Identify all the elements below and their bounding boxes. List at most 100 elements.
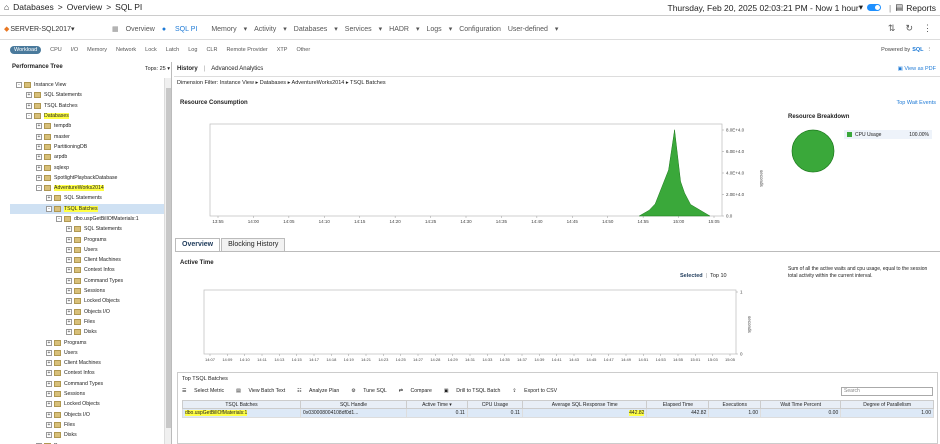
tree-node[interactable]: - AdventureWorks2014 [10, 183, 164, 193]
view-as-pdf[interactable]: ▣ View as PDF [898, 66, 936, 72]
expand-icon[interactable]: + [46, 391, 52, 398]
tab-clr[interactable]: CLR [206, 47, 217, 53]
reports-icon[interactable]: ▤ [895, 2, 903, 13]
tree-node[interactable]: + Programs [10, 337, 164, 347]
collapse-icon[interactable]: - [36, 185, 42, 192]
tree-node[interactable]: + SQL Statements [10, 224, 164, 234]
tab-cpu[interactable]: CPU [50, 47, 62, 53]
server-selector[interactable]: ◆ SERVER-SQL2017 ▾ [4, 25, 74, 34]
grid-icon[interactable]: ▦ [112, 25, 119, 33]
column-header[interactable]: CPU Usage [466, 400, 524, 409]
expand-icon[interactable]: + [66, 246, 72, 253]
tree-node[interactable]: + Programs [10, 234, 164, 244]
tree-node[interactable]: + Command Types [10, 379, 164, 389]
expand-icon[interactable]: + [46, 421, 52, 428]
tree-node[interactable]: + Command Types [10, 276, 164, 286]
menu-user-defined[interactable]: User-defined ▾ [508, 25, 559, 33]
column-header[interactable]: Executions [708, 400, 762, 409]
expand-icon[interactable]: + [46, 195, 52, 202]
menu-logs[interactable]: Logs ▾ [427, 25, 453, 33]
menu-sql-pi[interactable]: ● SQL PI [162, 26, 205, 33]
tree-node[interactable]: + Context Infos [10, 265, 164, 275]
column-header[interactable]: Elapsed Time [646, 400, 710, 409]
tree-node[interactable]: + Objects I/O [10, 410, 164, 420]
tab-blocking-history[interactable]: Blocking History [221, 238, 286, 251]
collapse-icon[interactable]: - [56, 216, 62, 222]
tree-node[interactable]: + master [10, 131, 164, 141]
export-to-csv-button[interactable]: ⇪ Export to CSV [512, 388, 563, 394]
tree-node[interactable]: + SQL Statements [10, 193, 164, 203]
expand-icon[interactable]: + [66, 257, 72, 264]
compare-button[interactable]: ⇄ Compare [399, 388, 438, 394]
live-toggle[interactable] [866, 4, 881, 11]
tab-workload[interactable]: Workload [10, 46, 42, 54]
tree-node[interactable]: + sqlexp [10, 162, 164, 172]
tree-node[interactable]: + Locked Objects [10, 399, 164, 409]
tree-node[interactable]: + Disks [10, 327, 164, 337]
tree-node[interactable]: + arpdb [10, 152, 164, 162]
tree-node[interactable]: + Sessions [10, 389, 164, 399]
tree-node[interactable]: + tempdb [10, 121, 164, 131]
selected-option[interactable]: Selected [680, 273, 703, 279]
tree-node[interactable]: + Disks [10, 430, 164, 440]
reports-link[interactable]: Reports [906, 3, 936, 13]
tab-remote-provider[interactable]: Remote Provider [226, 47, 267, 53]
expand-icon[interactable]: + [46, 380, 52, 387]
tops-selector[interactable]: Tops: 25 ▾ [145, 66, 170, 72]
tree-node[interactable]: + SQL Statements [10, 90, 164, 100]
expand-icon[interactable]: + [66, 277, 72, 284]
tab-io[interactable]: I/O [71, 47, 78, 53]
breadcrumb-item[interactable]: Databases [13, 2, 54, 12]
tree-node[interactable]: + Users [10, 245, 164, 255]
home-icon[interactable]: ⌂ [4, 2, 9, 12]
refresh-icon[interactable]: ↻ [905, 23, 913, 34]
expand-icon[interactable]: + [36, 154, 42, 161]
column-header[interactable]: TSQL Batches [181, 400, 302, 409]
expand-icon[interactable]: + [36, 143, 42, 150]
collapse-icon[interactable]: - [26, 113, 32, 120]
expand-icon[interactable]: + [66, 236, 72, 243]
expand-icon[interactable]: + [36, 164, 42, 171]
top10-option[interactable]: Top 10 [710, 273, 727, 279]
expand-icon[interactable]: + [46, 339, 52, 346]
tree-node[interactable]: + Context Infos [10, 368, 164, 378]
menu-hadr[interactable]: HADR ▾ [389, 25, 419, 33]
expand-icon[interactable]: + [46, 360, 52, 367]
drill-to-tsql-batch-button[interactable]: ▣ Drill to TSQL Batch [444, 388, 506, 394]
tree-node[interactable]: + Objects I/O [10, 307, 164, 317]
search-input[interactable]: Search [841, 387, 933, 396]
tab-lock[interactable]: Lock [145, 47, 157, 53]
top-wait-events-link[interactable]: Top Wait Events [896, 100, 936, 106]
menu-memory[interactable]: Memory ▾ [211, 25, 247, 33]
column-header[interactable]: SQL Handle [300, 400, 407, 409]
tree-node[interactable]: + Users [10, 348, 164, 358]
expand-icon[interactable]: + [66, 329, 72, 336]
menu-overview[interactable]: Overview [126, 26, 155, 33]
tree-node[interactable]: + Client Machines [10, 358, 164, 368]
tree-scrollbar[interactable] [164, 78, 171, 444]
chevron-down-icon[interactable]: ▾ [859, 2, 863, 13]
analyze-plan-button[interactable]: ☷ Analyze Plan [297, 388, 345, 394]
tree-node[interactable]: - dbo.uspGetBillOfMaterials:1 [10, 214, 164, 224]
expand-icon[interactable]: + [46, 401, 52, 408]
cell-batch[interactable]: dbo.uspGetBillOfMaterials:1 [181, 408, 302, 418]
time-range-label[interactable]: Thursday, Feb 20, 2025 02:03:21 PM - Now… [668, 3, 859, 13]
tree-node[interactable]: + Files [10, 420, 164, 430]
select-metric-button[interactable]: ☰ Select Metric [182, 388, 230, 394]
expand-icon[interactable]: + [46, 349, 52, 356]
menu-services[interactable]: Services ▾ [345, 25, 382, 33]
menu-activity[interactable]: Activity ▾ [254, 25, 287, 33]
tab-xtp[interactable]: XTP [277, 47, 288, 53]
tree-node[interactable]: + Files [10, 317, 164, 327]
expand-icon[interactable]: + [26, 102, 32, 109]
breadcrumb-item[interactable]: Overview [67, 2, 102, 12]
tree-node[interactable]: + Sessions [10, 286, 164, 296]
tree-node[interactable]: + PartitioningDB [10, 142, 164, 152]
tree-node[interactable]: + Locked Objects [10, 296, 164, 306]
collapse-icon[interactable]: ⋮ [927, 47, 933, 53]
expand-icon[interactable]: + [46, 411, 52, 418]
tab-history[interactable]: History [177, 66, 198, 72]
settings-sliders-icon[interactable]: ⇅ [888, 23, 896, 34]
collapse-icon[interactable]: - [46, 205, 52, 212]
tab-network[interactable]: Network [116, 47, 136, 53]
